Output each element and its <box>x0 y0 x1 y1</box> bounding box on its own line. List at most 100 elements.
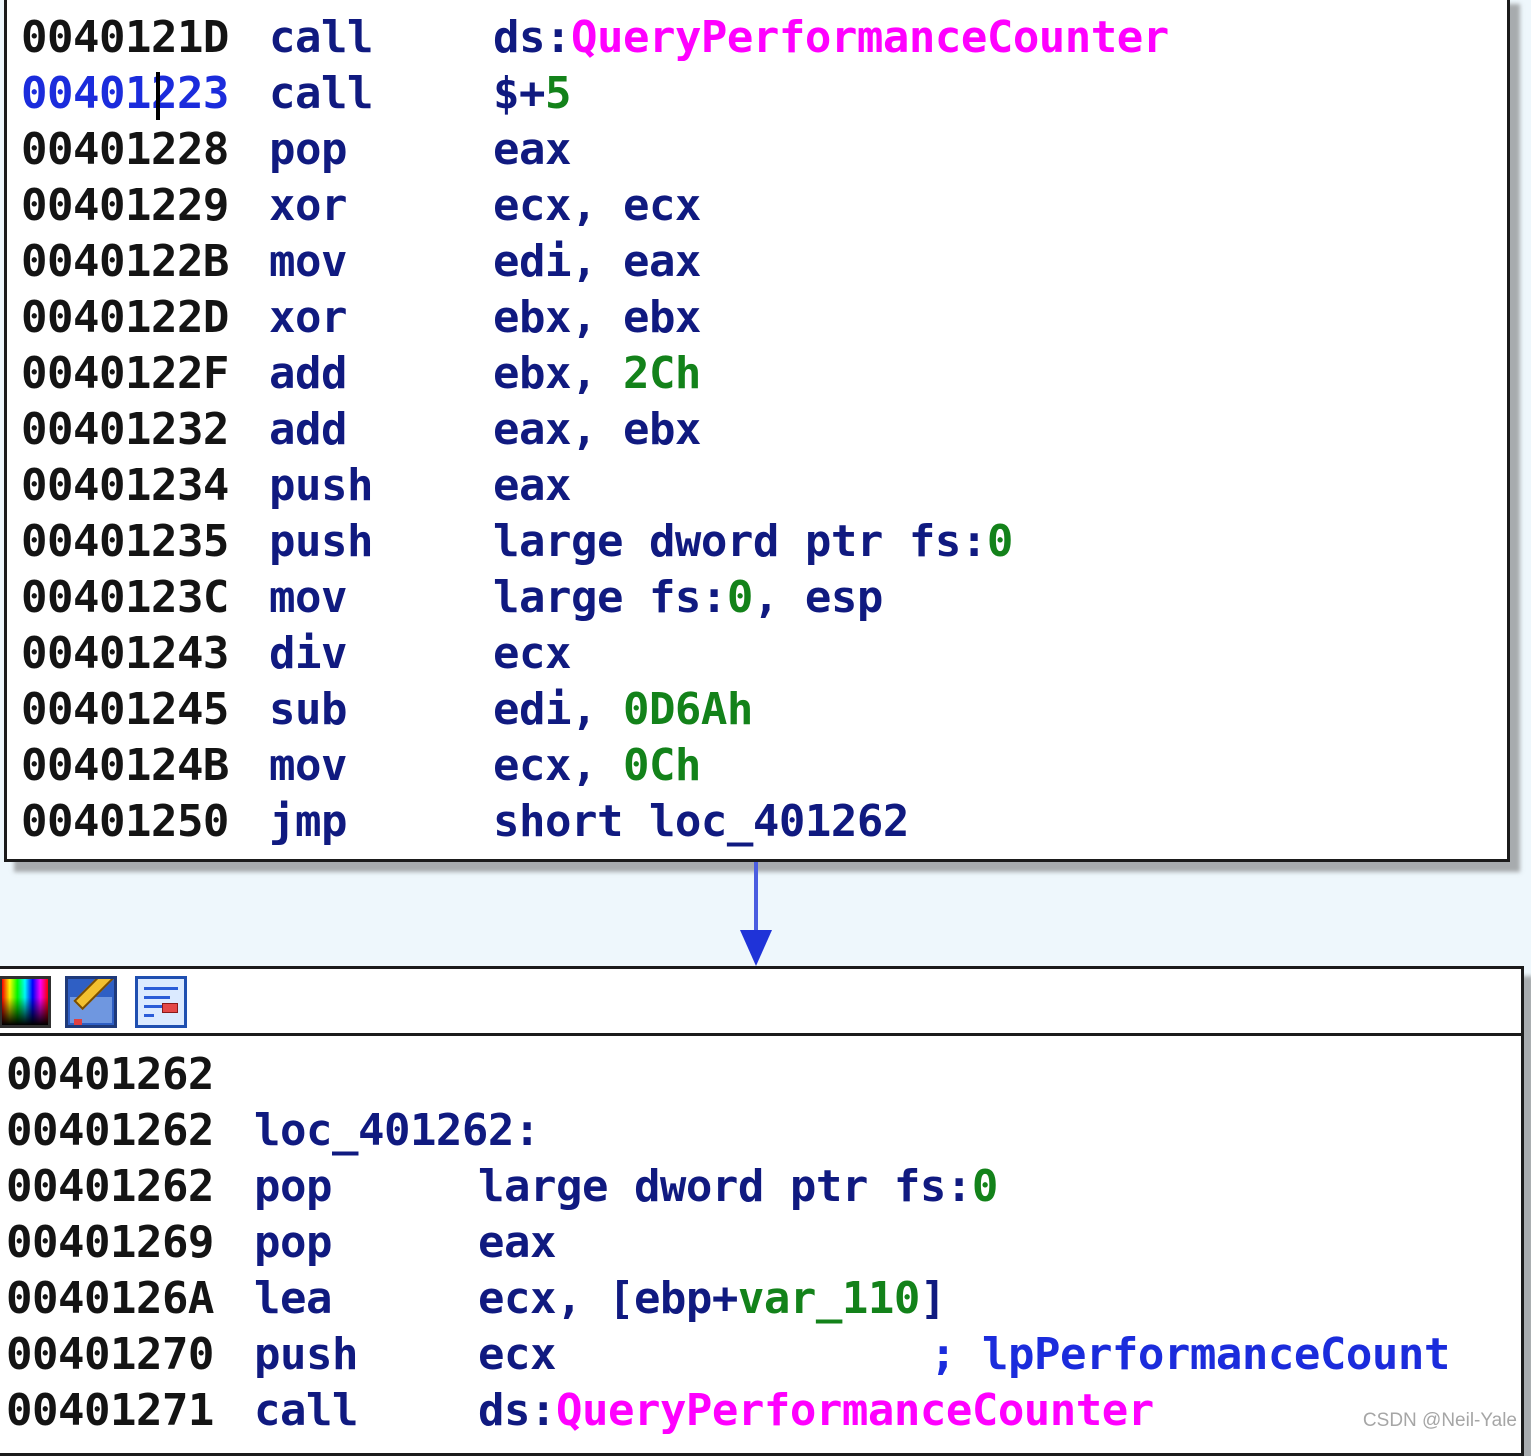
color-palette-icon[interactable] <box>0 976 51 1028</box>
instruction-operands[interactable]: edi, eax <box>493 236 701 287</box>
instruction-address[interactable]: 00401234 <box>21 458 269 514</box>
operand-token: eax <box>493 460 571 511</box>
code-line[interactable]: 00401232 add eax, ebx <box>21 402 1169 458</box>
instruction-operands[interactable]: short loc_401262 <box>493 796 909 847</box>
instruction-address[interactable]: 00401229 <box>21 178 269 234</box>
bottom-block-listing: 00401262 00401262 loc_401262: 00401262 pop la… <box>6 1047 1450 1439</box>
instruction-address[interactable]: 0040123C <box>21 570 269 626</box>
instruction-operands[interactable]: ds:QueryPerformanceCounter <box>493 12 1169 63</box>
instruction-mnemonic: div <box>269 628 347 679</box>
code-line[interactable]: 00401262 <box>6 1047 1154 1103</box>
operand-token: ecx, <box>493 740 623 791</box>
operand-token: var_110 <box>737 1273 920 1324</box>
instruction-address[interactable]: 0040121D <box>21 10 269 66</box>
code-line[interactable]: 0040122F add ebx, 2Ch <box>21 346 1169 402</box>
instruction-operands[interactable]: ds:QueryPerformanceCounter <box>478 1385 1154 1436</box>
instruction-mnemonic: push <box>269 460 373 511</box>
instruction-address[interactable]: 0040122F <box>21 346 269 402</box>
graph-edge-arrow-icon <box>740 930 772 966</box>
instruction-operands[interactable]: eax <box>493 124 571 175</box>
instruction-address[interactable]: 0040122D <box>21 290 269 346</box>
operand-token: ds: <box>478 1385 556 1436</box>
operand-token: ebx, ebx <box>493 292 701 343</box>
instruction-address[interactable]: 00401262 <box>6 1159 254 1215</box>
text-cursor <box>156 72 160 120</box>
instruction-address[interactable]: 00401232 <box>21 402 269 458</box>
code-line[interactable]: 00401269 pop eax <box>6 1215 1154 1271</box>
graph-overview-icon[interactable] <box>135 976 187 1028</box>
code-label[interactable]: loc_401262: <box>254 1105 540 1156</box>
instruction-operands[interactable]: ecx, ecx <box>493 180 701 231</box>
instruction-address[interactable]: 0040122B <box>21 234 269 290</box>
instruction-address[interactable]: 00401262 <box>6 1047 254 1103</box>
instruction-mnemonic: call <box>269 68 373 119</box>
instruction-operands[interactable]: eax, ebx <box>493 404 701 455</box>
instruction-operands[interactable]: ecx <box>478 1329 556 1380</box>
code-line[interactable]: 00401250 jmp short loc_401262 <box>21 794 1169 850</box>
instruction-mnemonic: jmp <box>269 796 347 847</box>
code-line[interactable]: 00401271 call ds:QueryPerformanceCounter <box>6 1383 1154 1439</box>
instruction-address[interactable]: 00401262 <box>6 1103 254 1159</box>
operand-token: large fs: <box>493 572 727 623</box>
instruction-operands[interactable]: ecx <box>493 628 571 679</box>
operand-token: ds: <box>493 12 571 63</box>
top-block-listing: 0040121D call ds:QueryPerformanceCounter 00… <box>21 10 1169 850</box>
instruction-address[interactable]: 00401245 <box>21 682 269 738</box>
code-line[interactable]: 00401234 push eax <box>21 458 1169 514</box>
operand-token: QueryPerformanceCounter <box>570 12 1169 63</box>
instruction-mnemonic: pop <box>269 124 347 175</box>
code-line[interactable]: 00401228 pop eax <box>21 122 1169 178</box>
instruction-operands[interactable]: $+5 <box>493 68 571 119</box>
instruction-operands[interactable]: edi, 0D6Ah <box>493 684 753 735</box>
operand-token: short loc_401262 <box>493 796 909 847</box>
instruction-operands[interactable]: ecx, [ebp+var_110] <box>478 1273 946 1324</box>
code-line[interactable]: 0040126A lea ecx, [ebp+var_110] <box>6 1271 1154 1327</box>
operand-token: 0 <box>726 572 754 623</box>
edit-node-icon[interactable] <box>65 976 117 1028</box>
code-line[interactable]: 00401245 sub edi, 0D6Ah <box>21 682 1169 738</box>
instruction-operands[interactable]: ecx, 0Ch <box>493 740 701 791</box>
instruction-address[interactable]: 0040124B <box>21 738 269 794</box>
code-line[interactable]: 0040121D call ds:QueryPerformanceCounter <box>21 10 1169 66</box>
disassembly-block-bottom[interactable]: 00401262 00401262 loc_401262: 00401262 pop la… <box>0 966 1524 1456</box>
instruction-operands[interactable]: eax <box>493 460 571 511</box>
instruction-operands[interactable]: eax <box>478 1217 556 1268</box>
code-line[interactable]: 0040123C mov large fs:0, esp <box>21 570 1169 626</box>
instruction-operands[interactable]: large dword ptr fs:0 <box>493 516 1013 567</box>
operand-token: 2Ch <box>622 348 701 399</box>
code-line[interactable]: 00401235 push large dword ptr fs:0 <box>21 514 1169 570</box>
operand-token: large dword ptr fs: <box>478 1161 972 1212</box>
code-line[interactable]: 00401270 push ecx ; lpPerformanceCount <box>6 1327 1450 1383</box>
code-line[interactable]: 0040122D xor ebx, ebx <box>21 290 1169 346</box>
disassembly-block-top[interactable]: 0040121D call ds:QueryPerformanceCounter 00… <box>4 0 1510 862</box>
instruction-address[interactable]: 00401271 <box>6 1383 254 1439</box>
instruction-address[interactable]: 00401269 <box>6 1215 254 1271</box>
instruction-address[interactable]: 00401223 <box>21 66 269 122</box>
code-line[interactable]: 00401262 loc_401262: <box>6 1103 1154 1159</box>
instruction-operands[interactable]: ebx, ebx <box>493 292 701 343</box>
operand-token: edi, <box>493 684 623 735</box>
operand-token: ecx, ecx <box>493 180 701 231</box>
instruction-address[interactable]: 00401243 <box>21 626 269 682</box>
code-line[interactable]: 00401229 xor ecx, ecx <box>21 178 1169 234</box>
instruction-operands[interactable]: large fs:0, esp <box>493 572 883 623</box>
instruction-address[interactable]: 00401235 <box>21 514 269 570</box>
code-line[interactable]: 00401243 div ecx <box>21 626 1169 682</box>
instruction-operands[interactable]: ebx, 2Ch <box>493 348 701 399</box>
instruction-address[interactable]: 00401228 <box>21 122 269 178</box>
code-line[interactable]: 0040124B mov ecx, 0Ch <box>21 738 1169 794</box>
operand-token: ecx <box>493 628 571 679</box>
instruction-comment: ; lpPerformanceCount <box>930 1329 1450 1380</box>
instruction-address[interactable]: 0040126A <box>6 1271 254 1327</box>
instruction-address[interactable]: 00401270 <box>6 1327 254 1383</box>
instruction-mnemonic: call <box>254 1385 358 1436</box>
instruction-operands[interactable]: large dword ptr fs:0 <box>478 1161 998 1212</box>
code-line[interactable]: 00401223 call $+5 <box>21 66 1169 122</box>
operand-token: ecx <box>478 1329 556 1380</box>
node-toolbar <box>0 969 1521 1036</box>
operand-token: $+ <box>493 68 545 119</box>
operand-token: 0 <box>986 516 1014 567</box>
code-line[interactable]: 00401262 pop large dword ptr fs:0 <box>6 1159 1154 1215</box>
code-line[interactable]: 0040122B mov edi, eax <box>21 234 1169 290</box>
instruction-address[interactable]: 00401250 <box>21 794 269 850</box>
